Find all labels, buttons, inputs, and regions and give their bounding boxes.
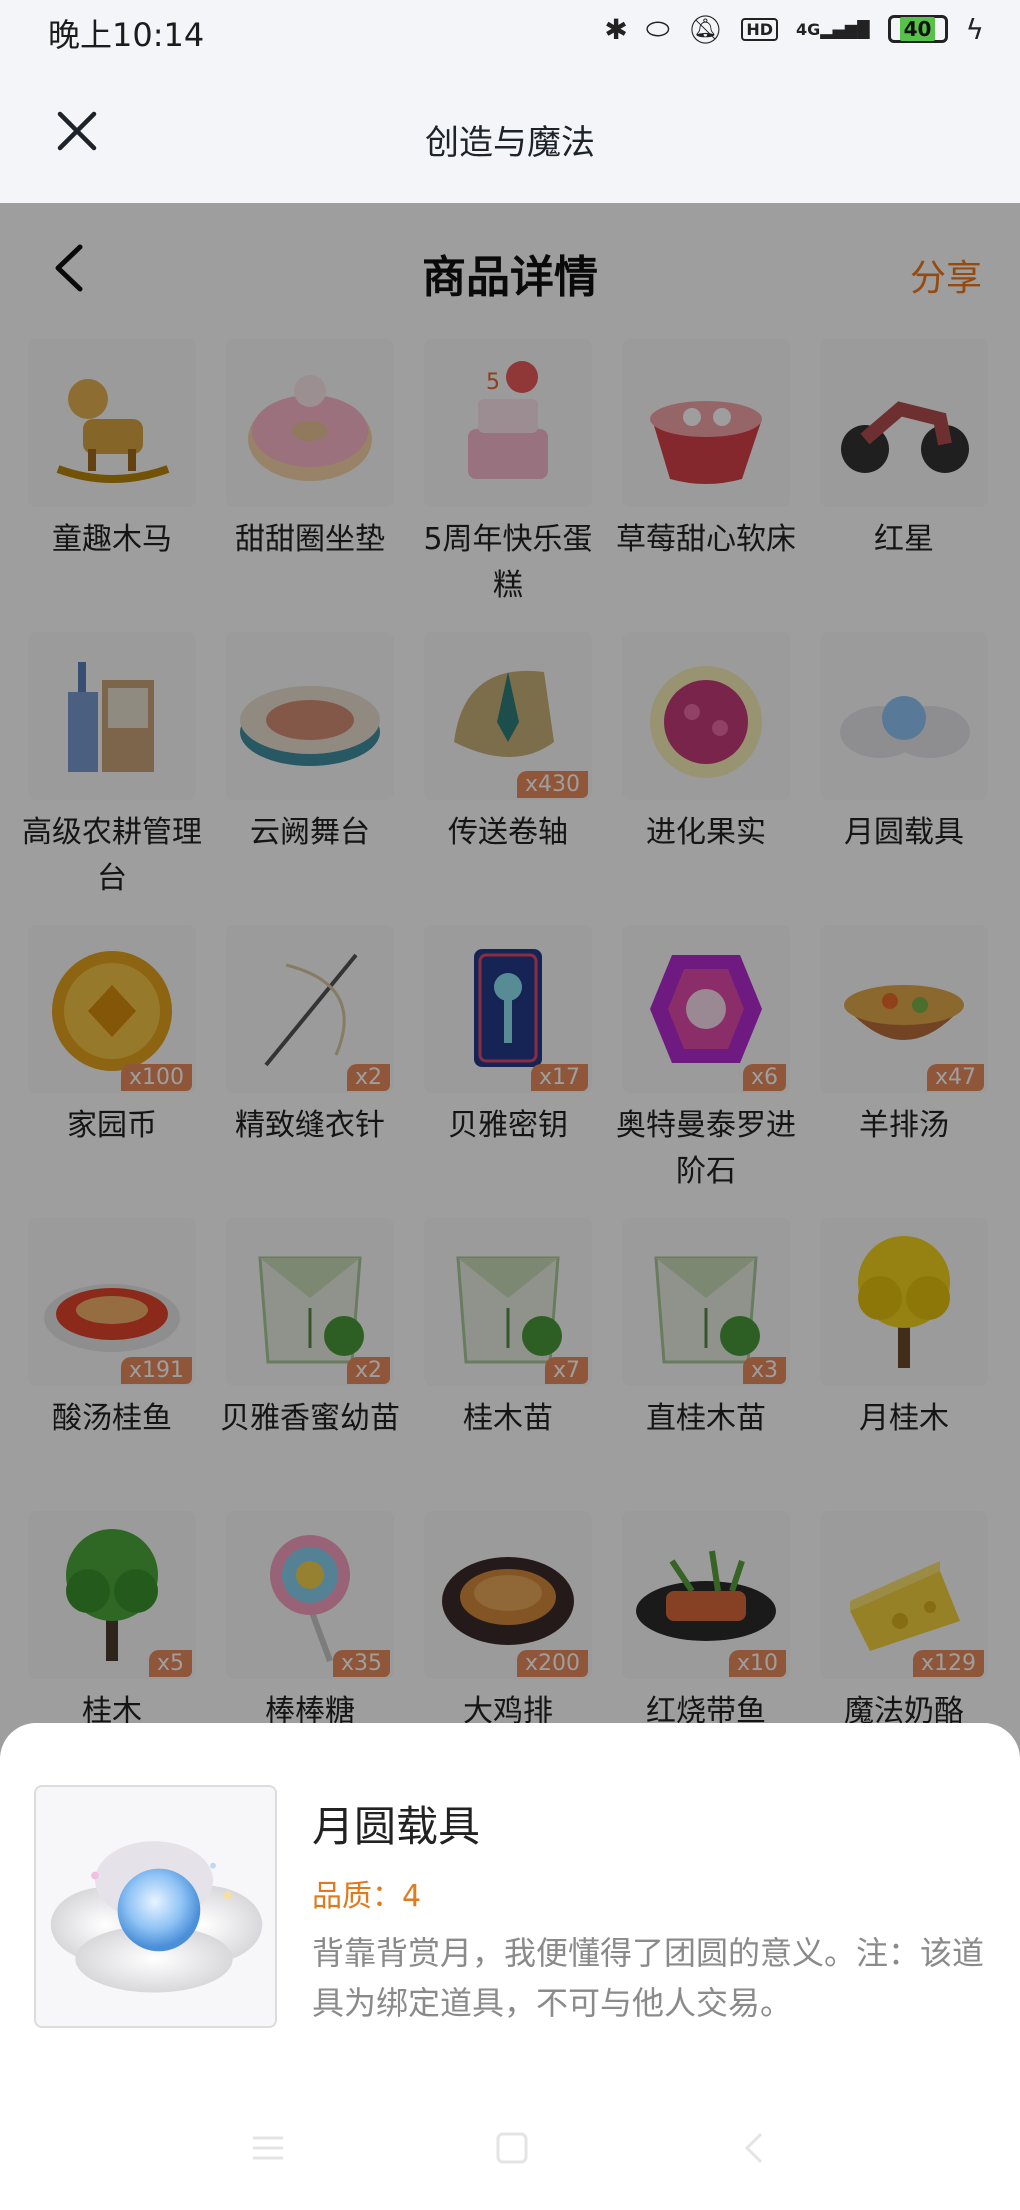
home-nav-icon[interactable] bbox=[495, 2131, 529, 2169]
toggle-icon: ⬭ bbox=[645, 12, 670, 45]
signal-icon: 4G▂▄▆█ bbox=[796, 19, 870, 39]
detail-quality: 品质：4 bbox=[312, 1879, 422, 1914]
back-nav-icon[interactable] bbox=[739, 2131, 769, 2169]
status-icons: ✱ ⬭ 🔕︎ HD 4G▂▄▆█ 40 ϟ bbox=[604, 12, 984, 46]
system-nav-bar bbox=[0, 2110, 1020, 2190]
detail-description: 背靠背赏月，我便懂得了团圆的意义。注：该道具为绑定道具，不可与他人交易。 bbox=[312, 1934, 985, 2022]
status-bar: 晚上10:14 ✱ ⬭ 🔕︎ HD 4G▂▄▆█ 40 ϟ bbox=[0, 0, 1020, 60]
battery-icon: 40 bbox=[887, 15, 948, 43]
menu-nav-icon[interactable] bbox=[251, 2133, 285, 2167]
mini-program-title: 创造与魔法 bbox=[425, 123, 595, 163]
bluetooth-icon: ✱ bbox=[604, 12, 628, 46]
moon-vehicle-icon bbox=[50, 1841, 263, 1993]
charging-icon: ϟ bbox=[965, 12, 984, 46]
mute-icon: 🔕︎ bbox=[687, 12, 724, 46]
hd-badge: HD bbox=[741, 17, 779, 41]
detail-name: 月圆载具 bbox=[312, 1802, 481, 1851]
status-time: 晚上10:14 bbox=[48, 16, 205, 54]
mini-program-header: 创造与魔法 bbox=[0, 60, 1020, 203]
detail-thumbnail bbox=[34, 1785, 277, 2028]
item-detail-sheet: 月圆载具 品质：4 背靠背赏月，我便懂得了团圆的意义。注：该道具为绑定道具，不可… bbox=[0, 1723, 1020, 2210]
